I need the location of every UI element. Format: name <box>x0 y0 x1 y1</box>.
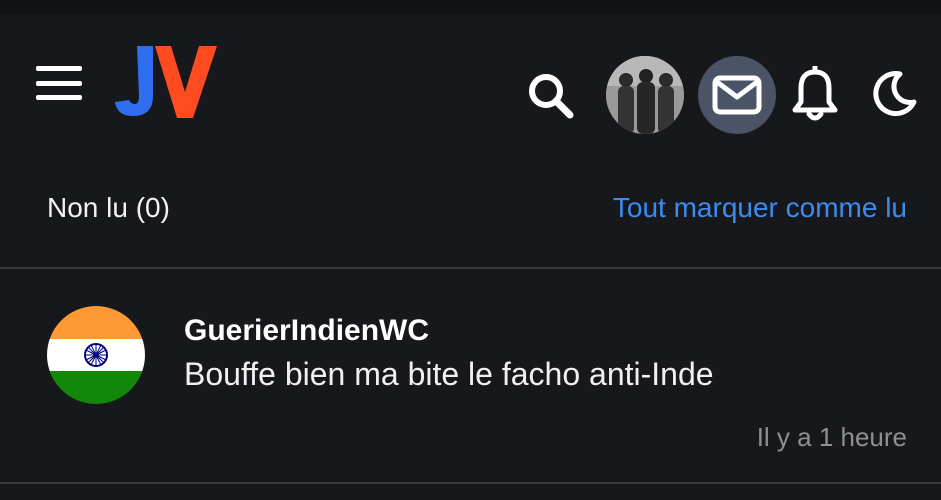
top-navbar <box>0 14 941 138</box>
divider <box>0 267 941 269</box>
jv-logo[interactable] <box>113 42 219 120</box>
avatar-image <box>606 56 684 134</box>
divider <box>0 482 941 484</box>
moon-icon[interactable] <box>870 70 918 118</box>
notification-item[interactable]: GuerierIndienWC Bouffe bien ma bite le f… <box>0 270 941 482</box>
mail-icon <box>712 75 762 115</box>
india-flag-avatar <box>47 306 145 404</box>
mark-all-read-link[interactable]: Tout marquer comme lu <box>613 192 907 224</box>
status-strip <box>0 0 941 14</box>
menu-icon[interactable] <box>36 66 82 100</box>
notification-message: Bouffe bien ma bite le facho anti-Inde <box>184 356 714 392</box>
notification-timestamp: Il y a 1 heure <box>756 422 907 452</box>
notifications-toolbar: Non lu (0) Tout marquer comme lu <box>0 170 941 250</box>
bell-icon[interactable] <box>792 66 838 122</box>
unread-count-label: Non lu (0) <box>47 192 170 223</box>
search-icon[interactable] <box>525 70 575 120</box>
notification-username: GuerierIndienWC <box>184 314 430 347</box>
messages-button[interactable] <box>698 56 776 134</box>
user-avatar[interactable] <box>606 56 684 134</box>
